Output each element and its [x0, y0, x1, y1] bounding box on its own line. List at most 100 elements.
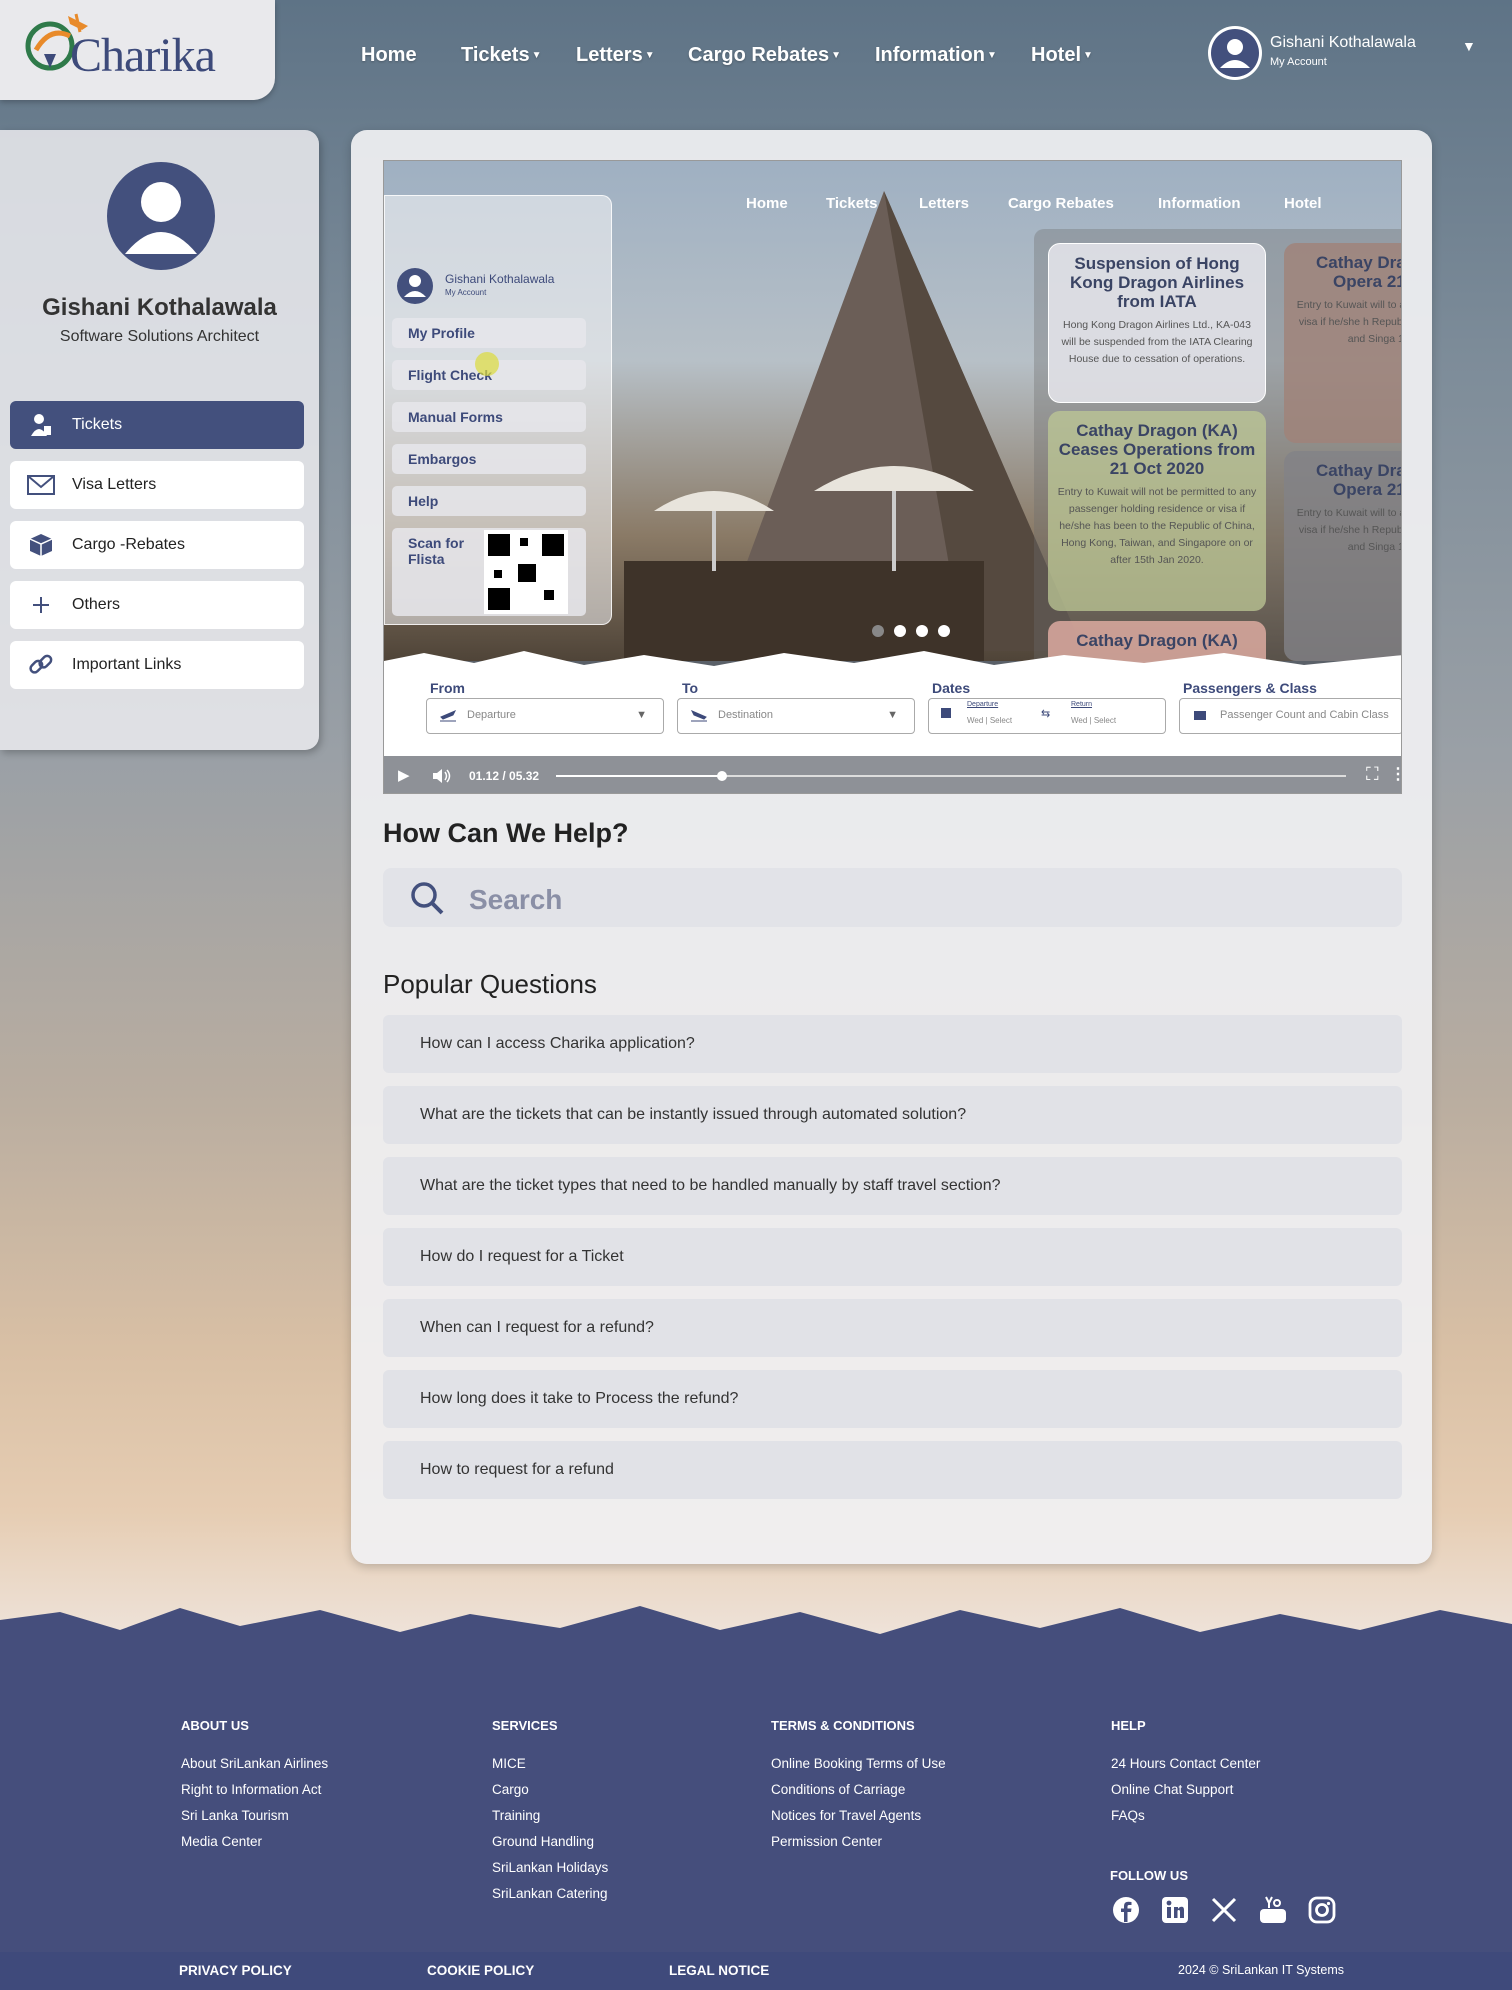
footer-link[interactable]: Sri Lanka Tourism [181, 1808, 289, 1823]
footer-link[interactable]: Media Center [181, 1834, 262, 1849]
video-menu-my-profile: My Profile [392, 318, 586, 348]
footer-terms-title: TERMS & CONDITIONS [771, 1718, 915, 1733]
sidebar-item-visa-letters[interactable]: Visa Letters [10, 461, 304, 509]
takeoff-icon [440, 710, 457, 722]
sidebar: Gishani Kothalawala Software Solutions A… [0, 130, 319, 750]
sidebar-item-label: Tickets [72, 416, 123, 433]
tutorial-video[interactable]: Home Tickets Letters Cargo Rebates Infor… [383, 160, 1402, 794]
video-controls: ▶ 01.12 / 05.32 ⛶ ⋮ [384, 756, 1401, 793]
footer-link[interactable]: Right to Information Act [181, 1782, 321, 1797]
video-menu-embargos: Embargos [392, 444, 586, 474]
caret-down-icon: ▼ [644, 50, 655, 62]
from-label: From [430, 680, 465, 696]
video-nav-cargo: Cargo Rebates [1008, 195, 1114, 212]
nav-tickets[interactable]: Tickets ▼ [461, 44, 541, 67]
footer-about-title: ABOUT US [181, 1718, 249, 1733]
video-menu-sub: My Account [445, 288, 487, 297]
footer-link[interactable]: MICE [492, 1756, 526, 1771]
help-title: How Can We Help? [383, 818, 629, 848]
more-icon[interactable]: ⋮ [1390, 764, 1401, 784]
faq-item[interactable]: When can I request for a refund? [383, 1299, 1402, 1357]
play-icon[interactable]: ▶ [398, 766, 410, 784]
nav-information[interactable]: Information ▼ [875, 44, 997, 67]
caret-down-icon: ▼ [987, 50, 997, 62]
facebook-icon[interactable] [1112, 1896, 1140, 1924]
footer-link[interactable]: Online Booking Terms of Use [771, 1756, 946, 1771]
footer-services-title: SERVICES [492, 1718, 558, 1733]
passenger-icon [1194, 711, 1206, 720]
instagram-icon[interactable] [1308, 1896, 1336, 1924]
footer-link[interactable]: FAQs [1111, 1808, 1145, 1823]
video-news-card: Cathay Dragon (KA) Ceases Operations fro… [1048, 411, 1266, 611]
footer-link[interactable]: SriLankan Holidays [492, 1860, 608, 1875]
account-menu[interactable]: Gishani Kothalawala My Account ▼ [1208, 26, 1478, 80]
footer-link[interactable]: 24 Hours Contact Center [1111, 1756, 1260, 1771]
video-nav-letters: Letters [919, 195, 970, 212]
logo-box[interactable]: Charika [0, 0, 275, 100]
footer-link[interactable]: SriLankan Catering [492, 1886, 608, 1901]
volume-icon[interactable] [432, 768, 452, 784]
from-field: Departure ▼ [426, 698, 664, 734]
avatar [1208, 26, 1262, 80]
swap-icon: ⇆ [1041, 708, 1051, 720]
footer-link[interactable]: About SriLankan Airlines [181, 1756, 328, 1771]
logo-text: Charika [70, 29, 216, 82]
footer-link[interactable]: Permission Center [771, 1834, 882, 1849]
footer-link[interactable]: Conditions of Carriage [771, 1782, 905, 1797]
footer-link[interactable]: Online Chat Support [1111, 1782, 1233, 1797]
privacy-policy-link[interactable]: PRIVACY POLICY [179, 1963, 292, 1978]
search-input[interactable]: Search [383, 868, 1402, 927]
to-field: Destination ▼ [677, 698, 915, 734]
fullscreen-icon[interactable]: ⛶ [1366, 764, 1379, 785]
faq-item[interactable]: How do I request for a Ticket [383, 1228, 1402, 1286]
footer-link[interactable]: Ground Handling [492, 1834, 594, 1849]
nav-hotel[interactable]: Hotel ▼ [1031, 44, 1093, 67]
faq-item[interactable]: What are the ticket types that need to b… [383, 1157, 1402, 1215]
footer-link[interactable]: Training [492, 1808, 540, 1823]
chevron-down-icon[interactable]: ▼ [1462, 38, 1476, 54]
box-icon [10, 532, 72, 558]
footer-link[interactable]: Cargo [492, 1782, 529, 1797]
linkedin-icon[interactable] [1161, 1896, 1189, 1924]
faq-item[interactable]: How can I access Charika application? [383, 1015, 1402, 1073]
video-seek-bar[interactable] [556, 771, 1346, 781]
nav-cargo-rebates[interactable]: Cargo Rebates ▼ [688, 44, 841, 67]
sidebar-item-label: Cargo -Rebates [72, 536, 185, 553]
video-time: 01.12 / 05.32 [469, 769, 540, 783]
scan-label: Scan for Flista [408, 535, 465, 567]
video-news-card: Suspension of Hong Kong Dragon Airlines … [1048, 243, 1266, 403]
sidebar-item-tickets[interactable]: Tickets [10, 401, 304, 449]
popular-questions-title: Popular Questions [383, 969, 597, 999]
search-icon [411, 882, 444, 915]
to-label: To [682, 680, 699, 696]
sidebar-item-others[interactable]: Others [10, 581, 304, 629]
sidebar-item-important-links[interactable]: Important Links [10, 641, 304, 689]
footer-link[interactable]: Notices for Travel Agents [771, 1808, 921, 1823]
video-news-card: Cathay Dra Ceases Opera 21 Oct 2Entry to… [1284, 451, 1401, 661]
landing-icon [690, 710, 707, 722]
video-menu-name: Gishani Kothalawala [445, 272, 555, 286]
video-nav-information: Information [1158, 195, 1241, 212]
legal-notice-link[interactable]: LEGAL NOTICE [669, 1963, 769, 1978]
link-icon [10, 652, 72, 678]
faq-item[interactable]: What are the tickets that can be instant… [383, 1086, 1402, 1144]
cursor-highlight [475, 352, 499, 376]
x-icon[interactable] [1210, 1896, 1238, 1924]
youtube-icon[interactable] [1259, 1896, 1287, 1924]
faq-item[interactable]: How to request for a refund [383, 1441, 1402, 1499]
carousel-dots [872, 625, 950, 637]
faq-item[interactable]: How long does it take to Process the ref… [383, 1370, 1402, 1428]
envelope-icon [10, 475, 72, 495]
nav-home[interactable]: Home [361, 44, 417, 67]
caret-down-icon: ▼ [831, 50, 842, 62]
cookie-policy-link[interactable]: COOKIE POLICY [427, 1963, 534, 1978]
sidebar-item-cargo-rebates[interactable]: Cargo -Rebates [10, 521, 304, 569]
seek-fill [556, 775, 722, 777]
nav-letters[interactable]: Letters ▼ [576, 44, 655, 67]
video-nav-hotel: Hotel [1284, 195, 1322, 212]
dates-field: Departure Wed | Select Return Wed | Sele… [928, 698, 1166, 734]
calendar-icon [941, 708, 951, 718]
plus-icon [10, 595, 72, 615]
user-icon [1211, 29, 1259, 77]
caret-down-icon: ▼ [531, 50, 542, 62]
